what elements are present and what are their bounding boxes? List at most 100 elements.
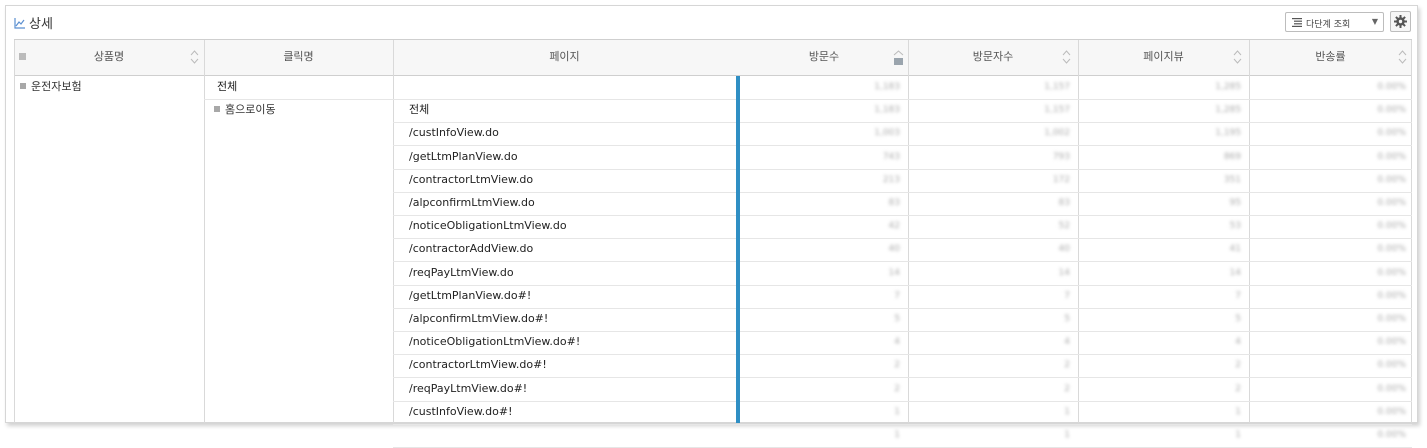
metric-b: 0.00%: [1377, 267, 1406, 278]
metric-b: 0.00%: [1377, 314, 1406, 324]
collapse-icon[interactable]: [214, 106, 220, 113]
page-path: /custInfoView.do: [409, 126, 499, 140]
settings-button[interactable]: [1390, 11, 1411, 32]
metric-pv: 2: [1235, 360, 1241, 371]
metric-u: 2: [1064, 383, 1070, 394]
view-mode-select[interactable]: 다단계 조회 ▼: [1285, 12, 1384, 32]
list-icon: [1292, 18, 1302, 27]
page-path: /contractorLtmView.do: [409, 172, 534, 186]
col-bounce-label: 반송률: [1315, 50, 1346, 63]
table-row[interactable]: /noticeObligationLtmView.do 42 52 53 0.00%: [393, 215, 1412, 240]
page-path: /custInfoView.do#!: [409, 404, 513, 418]
table-row[interactable]: /alpconfirmLtmView.do#! 5 5 5 0.00%: [393, 308, 1412, 332]
page-path: /noticeObligationLtmView.do#!: [409, 335, 581, 349]
metric-b: 0.00%: [1377, 290, 1406, 301]
table-row[interactable]: 1 1 1 0.00%: [393, 424, 1412, 448]
col-visitors[interactable]: 방문자수: [908, 40, 1078, 75]
col-pageviews[interactable]: 페이지뷰: [1078, 40, 1249, 75]
metric-pv: 869: [1223, 151, 1241, 162]
col-page-label: 페이지: [549, 50, 580, 63]
product-name: 운전자보험: [31, 80, 82, 93]
table-row[interactable]: /custInfoView.do 1,003 1,002 1,195 0.00%: [393, 122, 1412, 147]
metric-pv: 2: [1235, 383, 1241, 394]
metric-u: 83: [1058, 198, 1070, 208]
metric-u: 1: [1064, 430, 1070, 440]
detail-panel: 상세 다단계 조회 ▼ 상품명 클릭명 페이지 방문수 방문자수 페이지뷰 반송…: [5, 5, 1418, 448]
table-row[interactable]: /alpconfirmLtmView.do 83 83 95 0.00%: [393, 192, 1412, 216]
metric-u: 172: [1052, 174, 1070, 185]
sort-icon[interactable]: [1398, 49, 1407, 65]
table-row[interactable]: /getLtmPlanView.do#! 7 7 7 0.00%: [393, 285, 1412, 309]
metric-u: 793: [1052, 151, 1070, 162]
metric-v: 1: [894, 406, 900, 417]
metric-v: 213: [882, 174, 900, 185]
click-total-label: 전체: [217, 80, 238, 93]
metric-pv: 14: [1229, 267, 1241, 278]
metric-v: 40: [888, 244, 900, 255]
metric-pv: 5: [1235, 314, 1241, 324]
table-row[interactable]: /noticeObligationLtmView.do#! 4 4 4 0.00%: [393, 331, 1412, 356]
col-visitors-label: 방문자수: [972, 50, 1014, 63]
table-row[interactable]: /contractorAddView.do 40 40 41 0.00%: [393, 238, 1412, 263]
page-path: 전체: [409, 103, 430, 117]
metric-u: 7: [1064, 290, 1070, 301]
table-row[interactable]: /contractorLtmView.do 213 172 351 0.00%: [393, 169, 1412, 193]
sort-icon[interactable]: [1233, 49, 1242, 65]
table-row[interactable]: /contractorLtmView.do#! 2 2 2 0.00%: [393, 354, 1412, 379]
metric-b: 0.00%: [1377, 383, 1406, 394]
page-path: /reqPayLtmView.do#!: [409, 381, 528, 395]
metric-v: 2: [894, 360, 900, 371]
metric-v: 14: [888, 267, 900, 278]
page-path: /reqPayLtmView.do: [409, 265, 514, 279]
metric-pv: 41: [1229, 244, 1241, 255]
sort-desc-icon[interactable]: [893, 49, 904, 66]
metric-v: 1,183: [874, 82, 900, 92]
table-row[interactable]: /getLtmPlanView.do 743 793 869 0.00%: [393, 146, 1412, 170]
col-page[interactable]: 페이지: [393, 40, 736, 75]
collapse-icon[interactable]: [20, 83, 26, 89]
chart-icon: [14, 18, 25, 29]
product-group-cell[interactable]: 운전자보험: [20, 76, 82, 99]
table-row[interactable]: /reqPayLtmView.do 14 14 14 0.00%: [393, 262, 1412, 286]
table-row[interactable]: /custInfoView.do#! 1 1 1 0.00%: [393, 401, 1412, 425]
expand-all-icon[interactable]: [19, 53, 26, 60]
metric-v: 1: [894, 430, 900, 440]
metric-v: 4: [894, 337, 900, 348]
metric-v: 743: [882, 151, 900, 162]
metric-pv: 351: [1223, 174, 1241, 185]
col-click[interactable]: 클릭명: [204, 40, 393, 75]
metric-b: 0.00%: [1377, 151, 1406, 162]
metric-b: 0.00%: [1377, 406, 1406, 417]
metric-b: 0.00%: [1377, 198, 1406, 208]
metric-v: 5: [894, 314, 900, 324]
metric-pv: 95: [1229, 198, 1241, 208]
sort-icon[interactable]: [1062, 49, 1071, 65]
metric-pv: 7: [1235, 290, 1241, 301]
col-click-label: 클릭명: [283, 50, 314, 63]
sort-icon[interactable]: [190, 49, 199, 65]
metric-b: 0.00%: [1377, 360, 1406, 371]
col-bounce[interactable]: 반송률: [1249, 40, 1412, 75]
table-row[interactable]: 전체 1,183 1,157 1,285 0.00%: [204, 76, 1412, 100]
page-path: /alpconfirmLtmView.do#!: [409, 312, 549, 325]
view-mode-label: 다단계 조회: [1306, 20, 1351, 30]
metric-u: 4: [1064, 337, 1070, 348]
table-row[interactable]: 전체 1,183 1,157 1,285 0.00%: [393, 99, 1412, 124]
metric-b: 0.00%: [1377, 105, 1406, 116]
metric-u: 2: [1064, 360, 1070, 371]
metric-pv: 4: [1235, 337, 1241, 348]
metric-pv: 53: [1229, 221, 1241, 232]
page-path: /noticeObligationLtmView.do: [409, 219, 567, 233]
metric-u: 1,157: [1044, 105, 1070, 116]
page-path: /contractorAddView.do: [409, 242, 534, 256]
col-visits[interactable]: 방문수: [740, 40, 908, 75]
metric-v: 2: [894, 383, 900, 394]
col-product[interactable]: 상품명: [14, 40, 204, 75]
table-row[interactable]: /reqPayLtmView.do#! 2 2 2 0.00%: [393, 378, 1412, 402]
metric-u: 1,002: [1044, 128, 1070, 139]
metric-b: 0.00%: [1377, 430, 1406, 440]
gear-icon: [1394, 15, 1407, 28]
metric-pv: 1: [1235, 430, 1241, 440]
click-group-cell[interactable]: 홈으로이동: [214, 99, 276, 122]
metric-v: 1,003: [874, 128, 900, 139]
